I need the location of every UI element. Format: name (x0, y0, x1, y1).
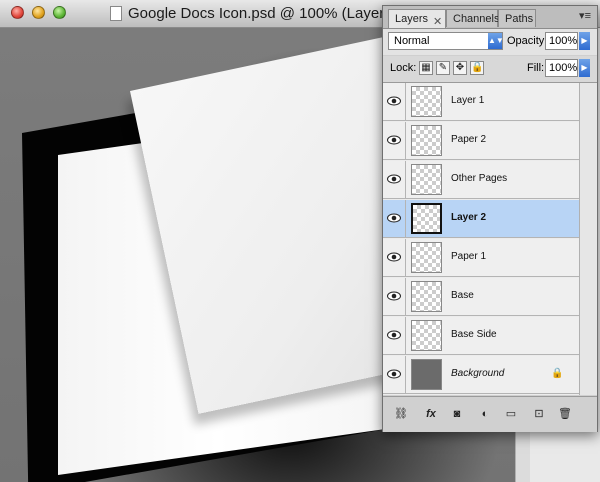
visibility-toggle[interactable] (383, 239, 406, 276)
zoom-icon[interactable] (53, 6, 66, 19)
layer-thumbnail (411, 281, 442, 312)
eye-icon (387, 135, 401, 145)
visibility-toggle[interactable] (383, 278, 406, 315)
layer-name: Paper 2 (451, 134, 487, 145)
layer-name: Base Side (451, 329, 497, 340)
layer-thumbnail (411, 86, 442, 117)
panel-menu-icon[interactable]: ▾≡ (579, 9, 591, 22)
layer-row[interactable]: Paper 2 (383, 122, 579, 160)
eye-icon (387, 174, 401, 184)
window-title: Google Docs Icon.psd @ 100% (Layer 2, (128, 5, 401, 22)
lock-row: Lock: ▦ ✎ ✥ 🔒 Fill: 100% ▶ (383, 56, 597, 83)
layer-thumbnail (411, 164, 442, 195)
opacity-input[interactable]: 100% (545, 32, 578, 50)
lock-icon: 🔒 (551, 368, 564, 379)
layer-thumbnail (411, 320, 442, 351)
blend-mode-value: Normal (394, 35, 430, 47)
layer-name: Background (451, 368, 505, 379)
visibility-toggle[interactable] (383, 83, 406, 120)
layer-name: Layer 1 (451, 95, 485, 106)
layer-name: Paper 1 (451, 251, 487, 262)
visibility-toggle[interactable] (383, 356, 406, 393)
layer-mask-icon[interactable]: ◙ (447, 405, 467, 423)
eye-icon (387, 330, 401, 340)
close-icon[interactable] (11, 6, 24, 19)
adjustment-layer-icon[interactable]: ◐ (475, 405, 495, 423)
fill-flyout-icon[interactable]: ▶ (579, 59, 590, 77)
lock-transparent-icon[interactable]: ▦ (419, 61, 433, 75)
layer-style-icon[interactable]: fx (421, 405, 441, 423)
layers-panel: Layers ✕ Channels Paths ▾≡ Normal ▲▼ Opa… (382, 5, 598, 432)
visibility-toggle[interactable] (383, 200, 406, 237)
lock-label: Lock: (390, 62, 417, 74)
trash-icon[interactable]: 🗑 (555, 405, 575, 423)
visibility-toggle[interactable] (383, 317, 406, 354)
layers-list: Layer 1 Paper 2 Other Pages Layer 2 Pape… (383, 83, 579, 395)
eye-icon (387, 252, 401, 262)
tab-layers[interactable]: Layers ✕ (388, 9, 446, 28)
document-icon (110, 6, 122, 21)
layer-row[interactable]: Base Side (383, 317, 579, 355)
lock-all-icon[interactable]: 🔒 (470, 61, 484, 75)
layer-row[interactable]: Base (383, 278, 579, 316)
lock-position-icon[interactable]: ✥ (453, 61, 467, 75)
layers-scrollbar[interactable] (579, 83, 597, 395)
eye-icon (387, 96, 401, 106)
layer-thumbnail (411, 359, 442, 390)
tab-channels[interactable]: Channels (446, 9, 499, 27)
link-layers-icon[interactable]: ⛓ (391, 405, 411, 423)
fill-input[interactable]: 100% (545, 59, 578, 77)
layer-row-selected[interactable]: Layer 2 (383, 200, 579, 238)
new-layer-icon[interactable]: ⊡ (529, 405, 549, 423)
layer-thumbnail (411, 125, 442, 156)
visibility-toggle[interactable] (383, 122, 406, 159)
layer-name: Layer 2 (451, 212, 487, 223)
layer-name: Other Pages (451, 173, 508, 184)
fill-label: Fill: (527, 62, 545, 74)
opacity-flyout-icon[interactable]: ▶ (579, 32, 590, 50)
layer-thumbnail (411, 203, 442, 234)
eye-icon (387, 369, 401, 379)
layer-row[interactable]: Layer 1 (383, 83, 579, 121)
blend-row: Normal ▲▼ Opacity: 100% ▶ (383, 29, 597, 55)
minimize-icon[interactable] (32, 6, 45, 19)
layer-row[interactable]: Paper 1 (383, 239, 579, 277)
eye-icon (387, 213, 401, 223)
chevron-down-icon[interactable]: ▲▼ (488, 33, 504, 49)
lock-pixels-icon[interactable]: ✎ (436, 61, 450, 75)
blend-mode-select[interactable]: Normal ▲▼ (388, 32, 504, 50)
layer-row[interactable]: Other Pages (383, 161, 579, 199)
tab-layers-label: Layers (395, 13, 429, 25)
visibility-toggle[interactable] (383, 161, 406, 198)
new-group-icon[interactable]: ▭ (501, 405, 521, 423)
panel-footer: ⛓ fx ◙ ◐ ▭ ⊡ 🗑 (383, 396, 597, 432)
eye-icon (387, 291, 401, 301)
opacity-label: Opacity: (507, 35, 548, 47)
layer-row[interactable]: Background 🔒 (383, 356, 579, 394)
panel-tabbar: Layers ✕ Channels Paths ▾≡ (383, 6, 597, 29)
tab-paths[interactable]: Paths (498, 9, 536, 27)
layer-name: Base (451, 290, 474, 301)
layer-thumbnail (411, 242, 442, 273)
